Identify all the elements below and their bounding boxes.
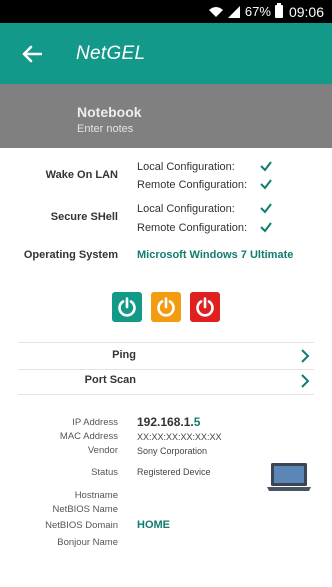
restart-button[interactable] xyxy=(151,292,181,322)
notebook-section[interactable]: Notebook Enter notes xyxy=(0,84,332,148)
mac-address-value: XX:XX:XX:XX:XX:XX xyxy=(137,432,222,442)
wifi-icon xyxy=(208,6,224,18)
notebook-subtitle[interactable]: Enter notes xyxy=(77,123,332,135)
check-icon xyxy=(260,203,272,214)
laptop-icon xyxy=(267,463,311,491)
status-value: Registered Device xyxy=(137,467,211,477)
power-icon xyxy=(196,297,214,317)
status-label: Status xyxy=(91,467,118,478)
shutdown-button[interactable] xyxy=(190,292,220,322)
port-scan-label: Port Scan xyxy=(84,374,136,386)
signal-icon xyxy=(227,5,241,18)
ssh-remote-config-label: Remote Configuration: xyxy=(137,222,248,234)
netbios-name-label: NetBIOS Name xyxy=(52,504,118,515)
ping-label: Ping xyxy=(112,349,136,361)
port-scan-row[interactable]: Port Scan xyxy=(18,370,314,394)
netbios-domain-label: NetBIOS Domain xyxy=(45,520,118,531)
chevron-right-icon xyxy=(301,349,310,363)
ping-row[interactable]: Ping xyxy=(18,345,314,369)
app-bar: NetGEL xyxy=(0,23,332,84)
arrow-left-icon xyxy=(22,45,42,62)
ip-address-label: IP Address xyxy=(72,417,118,428)
hostname-label: Hostname xyxy=(74,490,118,501)
battery-icon xyxy=(274,3,283,18)
divider xyxy=(18,394,314,395)
battery-percent: 67% xyxy=(244,4,271,19)
back-button[interactable] xyxy=(12,34,52,74)
os-value: Microsoft Windows 7 Ultimate xyxy=(137,249,294,261)
vendor-value: Sony Corporation xyxy=(137,446,208,456)
check-icon xyxy=(260,222,272,233)
vendor-label: Vendor xyxy=(87,445,118,456)
status-bar: 67% 09:06 xyxy=(0,0,332,23)
check-icon xyxy=(260,179,272,190)
wol-local-config-label: Local Configuration: xyxy=(137,161,235,173)
device-details-card: Wake On LAN Local Configuration: Remote … xyxy=(0,148,332,587)
check-icon xyxy=(260,161,272,172)
ip-address-value: 192.168.1.5 xyxy=(137,415,201,429)
wake-on-lan-label: Wake On LAN xyxy=(45,169,118,181)
os-label: Operating System xyxy=(23,249,118,261)
secure-shell-label: Secure SHell xyxy=(50,211,118,223)
divider xyxy=(18,342,314,343)
notebook-title: Notebook xyxy=(77,104,142,120)
ssh-local-config-label: Local Configuration: xyxy=(137,203,235,215)
mac-address-label: MAC Address xyxy=(59,431,118,442)
power-icon xyxy=(118,297,136,317)
chevron-right-icon xyxy=(301,374,310,388)
wol-remote-config-label: Remote Configuration: xyxy=(137,179,248,191)
power-icon xyxy=(157,297,175,317)
app-title: NetGEL xyxy=(76,42,146,64)
clock: 09:06 xyxy=(288,3,324,20)
netbios-domain-value: HOME xyxy=(137,519,170,531)
bonjour-name-label: Bonjour Name xyxy=(57,537,118,548)
power-on-button[interactable] xyxy=(112,292,142,322)
